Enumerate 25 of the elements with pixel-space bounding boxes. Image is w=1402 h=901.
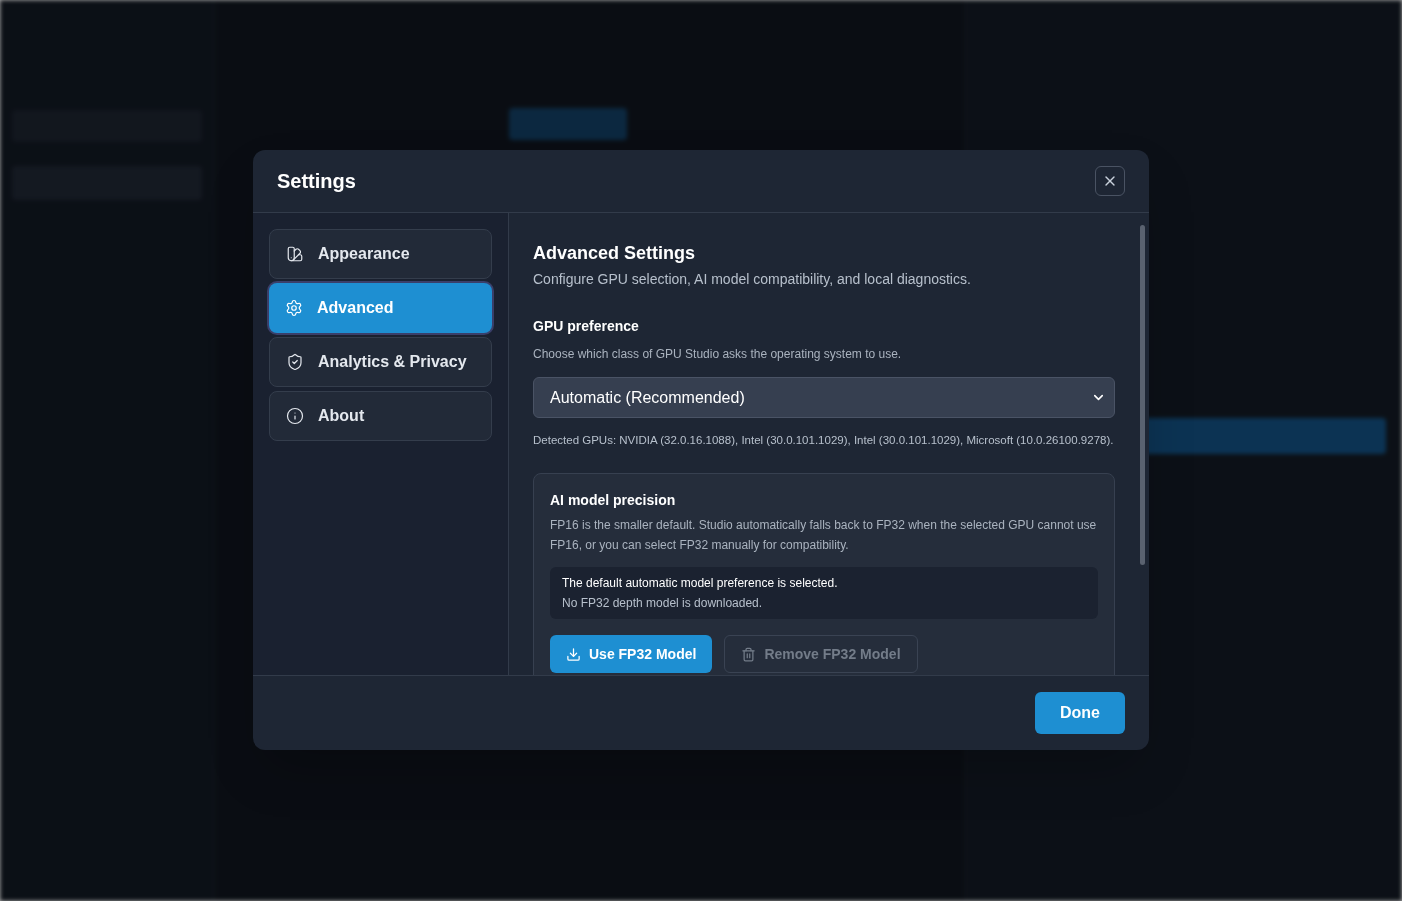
precision-description: FP16 is the smaller default. Studio automatically falls back to FP32 when the selected GPU cannot use FP16, or you can select FP32 manually for compatibility.: [550, 517, 1098, 555]
section-title: Advanced Settings: [533, 242, 697, 265]
gpu-select[interactable]: Automatic (Recommended): [533, 377, 1115, 418]
dialog-title: Settings: [277, 169, 356, 194]
status-text: The default automatic model preference is selected.: [562, 575, 839, 593]
use-model-button[interactable]: Use FP32 Model: [550, 635, 713, 674]
info-icon: [286, 407, 304, 425]
trash-icon: [741, 646, 757, 662]
done-button[interactable]: Done: [1035, 692, 1125, 734]
nav-tab[interactable]: Advanced: [269, 283, 492, 333]
nav-tab[interactable]: Appearance: [269, 229, 492, 279]
section-description: Configure GPU selection, AI model compatibility, and local diagnostics.: [533, 270, 972, 289]
scrollbar-thumb[interactable]: [1140, 225, 1145, 565]
download-icon: [566, 646, 581, 662]
close-button[interactable]: [1095, 166, 1125, 196]
nav-tab[interactable]: Analytics & Privacy: [269, 337, 492, 387]
detected-gpus: Detected GPUs: NVIDIA (32.0.16.1088), Intel (30.0.101.1029), Intel (30.0.101.1029), Microsoft (10.0.26100.9278).: [533, 433, 1115, 448]
precision-title: AI model precision: [550, 491, 677, 511]
gpu-title: GPU preference: [533, 317, 640, 336]
nav-tab[interactable]: About: [269, 391, 492, 441]
swatch-icon: [286, 245, 304, 263]
gear-icon: [285, 299, 303, 317]
gpu-description: Choose which class of GPU Studio asks the operating system to use.: [533, 346, 903, 363]
status-text: No FP32 depth model is downloaded.: [562, 595, 764, 613]
shield-check-icon: [286, 353, 304, 371]
